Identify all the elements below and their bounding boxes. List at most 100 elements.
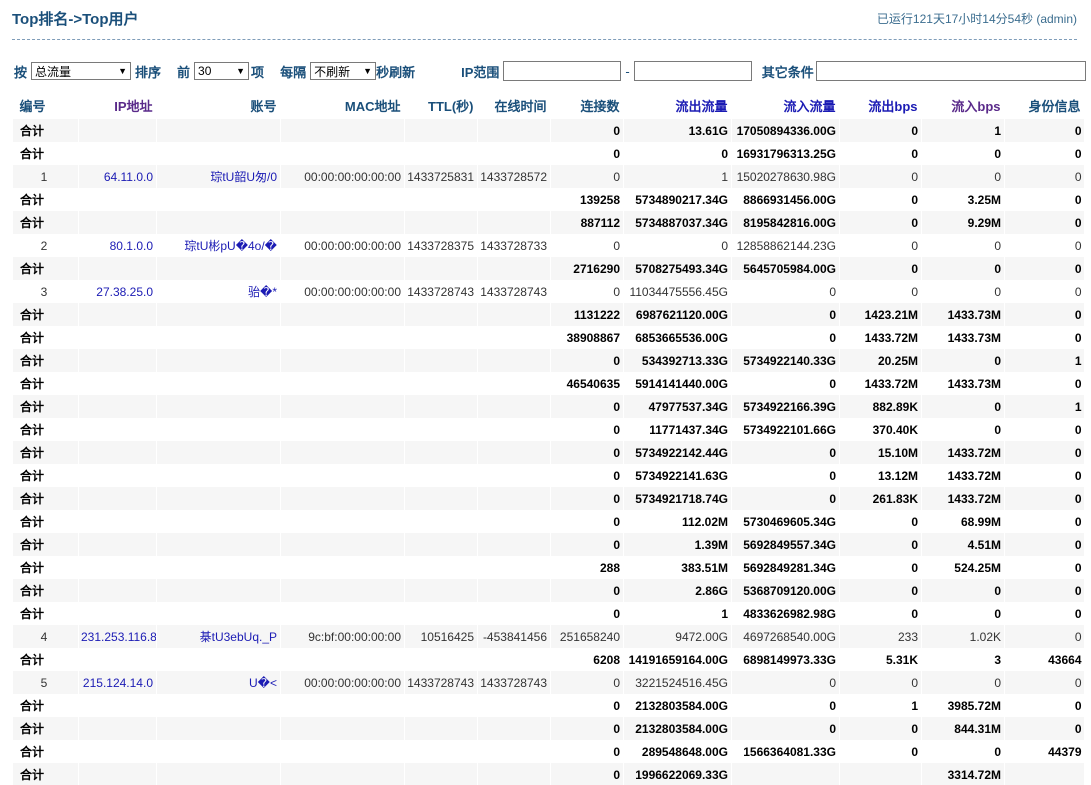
table-body: 合计 0 13.61G 17050894336.00G 0 1 0 合计 0 0 169317963… <box>12 119 1084 785</box>
cell-connections: 0 <box>550 280 624 303</box>
page-title: Top排名->Top用户 <box>12 11 139 28</box>
cell-ip[interactable]: 64.11.0.0 <box>78 165 157 188</box>
cell-account[interactable]: U�< <box>156 671 281 694</box>
cell-account <box>156 418 281 441</box>
cell-connections: 0 <box>550 740 624 763</box>
cell-inbound-traffic: 12858862144.23G <box>731 234 840 257</box>
cell-ip[interactable]: 231.253.116.85 <box>78 625 157 648</box>
cell-connections: 0 <box>550 119 624 142</box>
ip-range-start-input[interactable] <box>503 61 622 81</box>
cell-outbound-bps: 0 <box>839 556 922 579</box>
col-header-online-time[interactable]: 在线时间 <box>478 92 551 119</box>
cell-account <box>156 717 281 740</box>
cell-connections: 887112 <box>550 211 624 234</box>
cell-connections: 0 <box>550 142 624 165</box>
other-conditions-input[interactable] <box>815 61 1086 81</box>
col-header-inbound-traffic[interactable]: 流入流量 <box>732 92 840 119</box>
cell-identity: 0 <box>1004 441 1084 464</box>
cell-ip[interactable]: 80.1.0.0 <box>78 234 157 257</box>
cell-account <box>156 395 281 418</box>
cell-ttl: 1433728743 <box>404 671 478 694</box>
cell-account <box>156 464 281 487</box>
cell-account[interactable]: 琮tU彬pU�4o/� <box>156 234 281 257</box>
cell-outbound-traffic: 2132803584.00G <box>623 717 732 740</box>
cell-ip <box>78 257 157 280</box>
cell-identity: 1 <box>1004 395 1084 418</box>
cell-connections: 0 <box>550 717 624 740</box>
cell-ip <box>78 211 157 234</box>
cell-online-time <box>477 372 551 395</box>
cell-account[interactable]: 骀�* <box>156 280 281 303</box>
cell-identity: 0 <box>1004 280 1084 303</box>
cell-inbound-bps: 1433.73M <box>921 303 1005 326</box>
cell-outbound-traffic: 289548648.00G <box>623 740 732 763</box>
cell-id: 合计 <box>12 372 79 395</box>
cell-inbound-bps: 0 <box>921 234 1005 257</box>
cell-account <box>156 326 281 349</box>
cell-account[interactable]: 棊tU3ebUq._P <box>156 625 281 648</box>
cell-account <box>156 372 281 395</box>
cell-id: 合计 <box>12 418 79 441</box>
cell-id: 合计 <box>12 763 79 785</box>
cell-ip[interactable]: 215.124.14.0 <box>78 671 157 694</box>
cell-inbound-traffic: 0 <box>731 464 840 487</box>
cell-outbound-bps <box>839 763 922 785</box>
cell-account[interactable]: 琮tU韶U匆/0 <box>156 165 281 188</box>
cell-ttl <box>404 303 478 326</box>
cell-id: 合计 <box>12 257 79 280</box>
cell-inbound-bps: 0 <box>921 142 1005 165</box>
cell-online-time <box>477 303 551 326</box>
cell-mac <box>280 717 405 740</box>
cell-inbound-bps: 0 <box>921 602 1005 625</box>
cell-outbound-bps: 0 <box>839 602 922 625</box>
cell-outbound-bps: 0 <box>839 579 922 602</box>
summary-row: 合计 0 534392713.33G 5734922140.33G 20.25M 0 1 <box>12 349 1084 372</box>
cell-connections: 1131222 <box>550 303 624 326</box>
cell-outbound-bps: 261.83K <box>839 487 922 510</box>
top-count-select[interactable]: 30 ▼ <box>194 62 250 80</box>
cell-inbound-traffic: 5734922101.66G <box>731 418 840 441</box>
cell-outbound-traffic: 6853665536.00G <box>623 326 732 349</box>
cell-outbound-bps: 5.31K <box>839 648 922 671</box>
cell-id: 2 <box>12 234 79 257</box>
sort-field-select[interactable]: 总流量 ▼ <box>31 62 132 80</box>
cell-outbound-traffic: 11034475556.45G <box>623 280 732 303</box>
col-header-identity[interactable]: 身份信息 <box>1005 92 1085 119</box>
cell-online-time <box>477 648 551 671</box>
cell-ip[interactable]: 27.38.25.0 <box>78 280 157 303</box>
cell-inbound-traffic: 0 <box>731 694 840 717</box>
cell-outbound-bps: 0 <box>839 165 922 188</box>
col-header-connections[interactable]: 连接数 <box>551 92 624 119</box>
col-header-mac[interactable]: MAC地址 <box>281 92 405 119</box>
cell-ttl: 1433728743 <box>404 280 478 303</box>
sort-by-label: 按 <box>14 64 28 80</box>
cell-ip <box>78 694 157 717</box>
col-header-outbound-bps[interactable]: 流出bps <box>840 92 922 119</box>
col-header-ttl[interactable]: TTL(秒) <box>405 92 478 119</box>
col-header-account[interactable]: 账号 <box>157 92 281 119</box>
cell-id: 合计 <box>12 142 79 165</box>
ip-range-end-input[interactable] <box>633 61 752 81</box>
cell-ip <box>78 740 157 763</box>
summary-row: 合计 0 5734921718.74G 0 261.83K 1433.72M 0 <box>12 487 1084 510</box>
col-header-ip[interactable]: IP地址 <box>79 92 157 119</box>
col-header-inbound-bps[interactable]: 流入bps <box>922 92 1005 119</box>
cell-ttl <box>404 579 478 602</box>
col-header-outbound-traffic[interactable]: 流出流量 <box>624 92 732 119</box>
cell-identity: 0 <box>1004 303 1084 326</box>
cell-connections: 251658240 <box>550 625 624 648</box>
chevron-down-icon: ▼ <box>236 66 246 76</box>
ip-range-label: IP范围 <box>461 64 500 80</box>
order-label: 排序 <box>135 64 162 80</box>
interval-label: 每隔 <box>280 64 307 80</box>
cell-account <box>156 533 281 556</box>
cell-ip <box>78 418 157 441</box>
cell-id: 合计 <box>12 119 79 142</box>
cell-mac <box>280 556 405 579</box>
summary-row: 合计 0 5734922142.44G 0 15.10M 1433.72M 0 <box>12 441 1084 464</box>
cell-identity: 0 <box>1004 142 1084 165</box>
refresh-interval-select[interactable]: 不刷新 ▼ <box>310 62 377 80</box>
cell-id: 合计 <box>12 487 79 510</box>
col-header-id[interactable]: 编号 <box>13 92 79 119</box>
cell-ip <box>78 303 157 326</box>
